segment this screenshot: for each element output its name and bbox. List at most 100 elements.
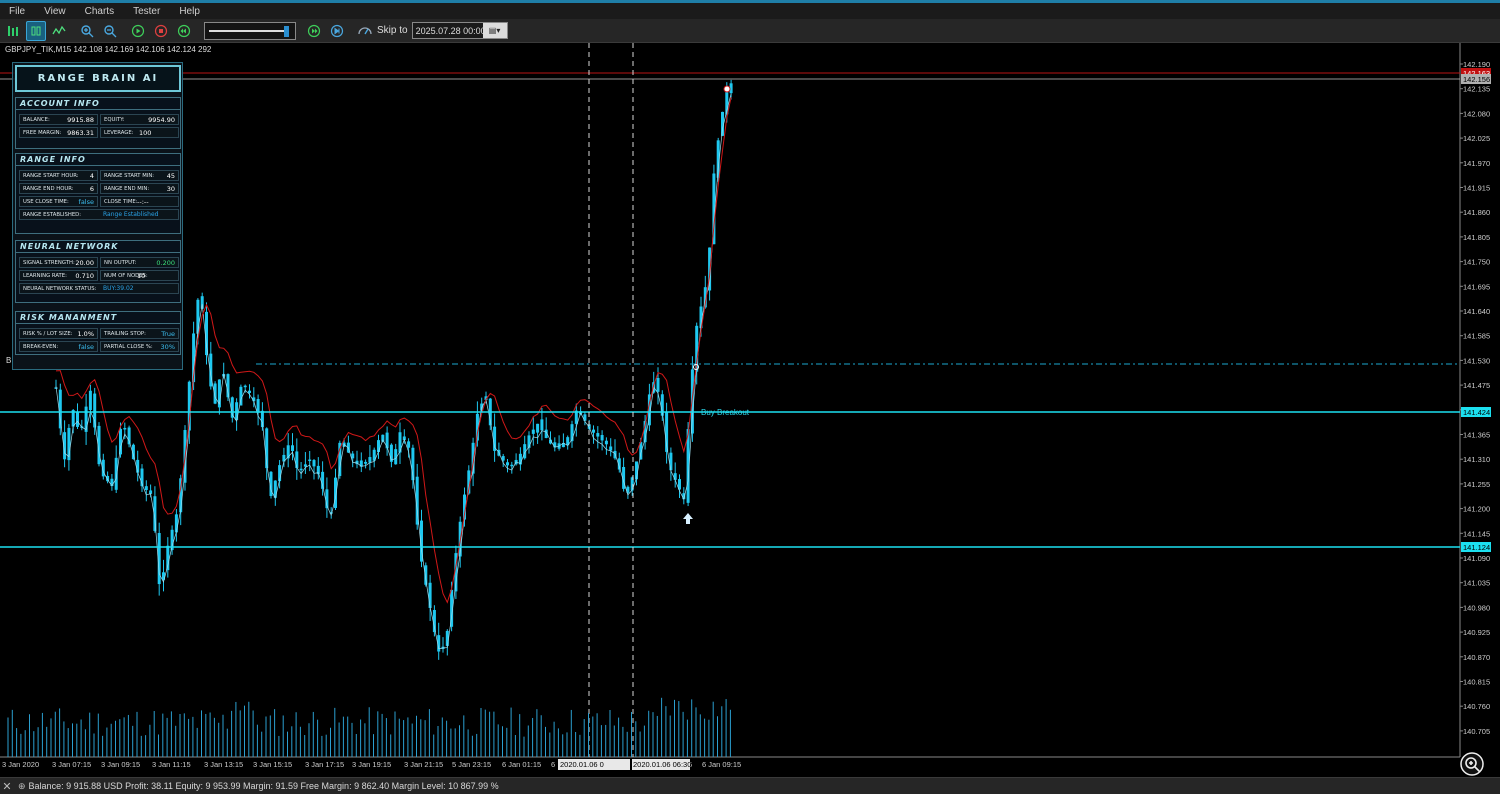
use-close-time-row: USE CLOSE TIME: false	[19, 196, 98, 207]
price-tick-label: 141.090	[1463, 554, 1490, 563]
trade-marker	[723, 85, 731, 93]
time-tick-label: 3 Jan 17:15	[305, 760, 344, 769]
range-high-tag: 141.424	[1463, 408, 1490, 417]
neural-network-section: NEURAL NETWORK SIGNAL STRENGTH: 20.00 NN …	[15, 240, 181, 303]
play-icon[interactable]	[128, 21, 148, 41]
time-tick-label: 3 Jan 2020	[2, 760, 39, 769]
candle-body	[291, 445, 294, 452]
candle-body	[656, 377, 660, 392]
candle-body	[84, 406, 88, 432]
time-highlight-label: 2020.01.06 0	[560, 760, 604, 769]
equity-row: EQUITY: 9954.90	[100, 114, 179, 125]
candle-body	[123, 427, 127, 430]
price-tick-label: 141.035	[1463, 579, 1490, 588]
price-tick-label: 141.970	[1463, 159, 1490, 168]
risk-lot-row: RISK % / LOT SIZE: 1.0%	[19, 328, 98, 339]
candle-body	[377, 440, 380, 453]
price-chart[interactable]: 142.190 142.135 142.080 142.025 141.970 141.9…	[0, 43, 1500, 777]
menu-tester[interactable]: Tester	[124, 6, 170, 17]
candle-body	[299, 468, 303, 471]
candle-body	[256, 399, 260, 413]
price-tick-label: 141.200	[1463, 505, 1490, 514]
candle-body	[506, 462, 509, 466]
time-tick-label: 6	[551, 760, 555, 769]
partial-close-row: PARTIAL CLOSE %: 30%	[100, 341, 179, 352]
stop-icon[interactable]	[151, 21, 171, 41]
candle-body	[76, 412, 79, 427]
candle-body	[669, 452, 673, 471]
calendar-dropdown-icon[interactable]: ▤▾	[482, 23, 507, 38]
neural-network-header: NEURAL NETWORK	[16, 241, 180, 253]
range-start-min-row: RANGE START MIN: 45	[100, 170, 179, 181]
chart-symbol-info: GBPJPY_TIK,M15 142.108 142.169 142.106 1…	[5, 45, 212, 54]
trailing-stop-row: TRAILING STOP: True	[100, 328, 179, 339]
break-even-row: BREAK-EVEN: false	[19, 341, 98, 352]
price-tick-label: 141.915	[1463, 184, 1490, 193]
account-info-header: ACCOUNT INFO	[16, 98, 180, 110]
price-tick-label: 142.080	[1463, 109, 1490, 118]
ask-price-tag: 142.156	[1463, 75, 1490, 84]
ea-dashboard-panel: RANGE BRAIN AI ACCOUNT INFO BALANCE: 9915…	[12, 62, 183, 370]
zoom-in-icon[interactable]	[77, 21, 97, 41]
skip-date-input[interactable]: 2025.07.28 00:00 ▤▾	[411, 22, 508, 39]
candle-body	[424, 565, 428, 585]
candle-body	[312, 460, 316, 467]
panel-title: RANGE BRAIN AI	[15, 65, 181, 92]
price-tick-label: 140.870	[1463, 653, 1490, 662]
free-margin-row: FREE MARGIN: 9863.31	[19, 127, 98, 138]
candle-body	[248, 390, 251, 393]
price-tick-label: 140.925	[1463, 628, 1490, 637]
zoom-out-icon[interactable]	[100, 21, 120, 41]
candle-body	[110, 478, 114, 487]
price-tick-label: 141.750	[1463, 258, 1490, 267]
candles-icon[interactable]	[3, 21, 23, 41]
balance-row: BALANCE: 9915.88	[19, 114, 98, 125]
num-nodes-row: NUM OF NODES: 10	[100, 270, 179, 281]
price-tick-label: 141.640	[1463, 307, 1490, 316]
price-tick-label: 141.695	[1463, 282, 1490, 291]
price-tick-label: 141.805	[1463, 233, 1490, 242]
menu-charts[interactable]: Charts	[76, 6, 124, 17]
candle-body	[286, 445, 290, 459]
price-tick-label: 142.025	[1463, 134, 1490, 143]
skip-icon[interactable]	[355, 21, 375, 41]
line-icon[interactable]	[49, 21, 69, 41]
close-icon[interactable]: ✕	[0, 780, 14, 793]
speed-slider[interactable]	[204, 21, 296, 40]
time-tick-label: 3 Jan 11:15	[152, 760, 191, 769]
candle-body	[364, 461, 368, 464]
time-tick-label: 3 Jan 19:15	[352, 760, 391, 769]
step-icon[interactable]	[327, 21, 347, 41]
rewind-icon[interactable]	[174, 21, 194, 41]
price-tick-label: 140.760	[1463, 702, 1490, 711]
candle-body	[600, 435, 604, 441]
menu-help[interactable]: Help	[170, 6, 210, 17]
close-time-row: CLOSE TIME: --:--	[100, 196, 179, 207]
candle-body	[174, 514, 178, 533]
time-tick-label: 3 Jan 13:15	[204, 760, 243, 769]
status-plus-icon: ⊕	[18, 780, 26, 791]
candle-body	[114, 457, 118, 490]
risk-management-header: RISK MANANMENT	[16, 312, 180, 324]
b-marker: B	[6, 356, 12, 365]
buy-arrow-icon	[683, 513, 693, 524]
candle-body	[88, 390, 92, 411]
candle-body	[510, 464, 514, 467]
bars-icon[interactable]	[26, 20, 46, 41]
account-status-text: Balance: 9 915.88 USD Profit: 38.11 Equi…	[28, 781, 499, 791]
candle-body	[527, 435, 531, 448]
menu-view[interactable]: View	[35, 6, 76, 17]
buy-breakout-label: Buy Breakout	[701, 408, 750, 417]
price-tick-label: 141.860	[1463, 208, 1490, 217]
candle-body	[308, 459, 312, 462]
range-info-section: RANGE INFO RANGE START HOUR: 4 RANGE STAR…	[15, 153, 181, 234]
candle-body	[243, 385, 247, 388]
price-tick-label: 142.135	[1463, 85, 1490, 94]
time-tick-label: 3 Jan 07:15	[52, 760, 91, 769]
candle-body	[239, 386, 243, 406]
menu-file[interactable]: File	[0, 6, 35, 17]
candle-body	[428, 582, 432, 608]
forward-icon[interactable]	[304, 21, 324, 41]
candle-body	[368, 457, 372, 463]
candle-body	[407, 441, 411, 448]
